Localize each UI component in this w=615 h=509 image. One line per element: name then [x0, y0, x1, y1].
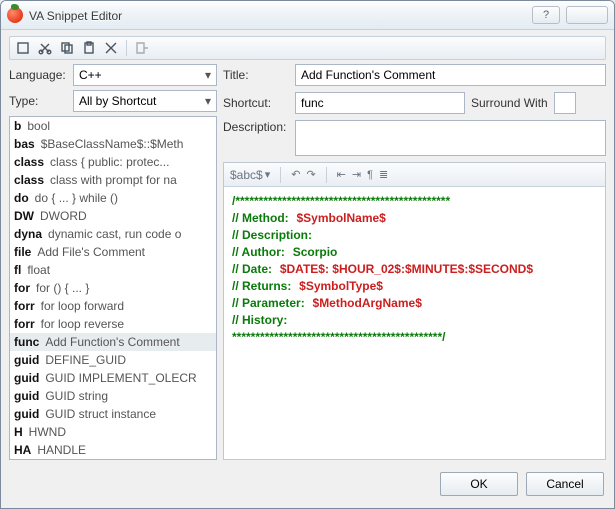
title-row: Title:	[223, 64, 606, 86]
window-title: VA Snippet Editor	[29, 8, 526, 23]
surround-with-box[interactable]	[554, 92, 576, 114]
list-item[interactable]: fileAdd File's Comment	[10, 243, 216, 261]
undo-icon[interactable]: ↶	[291, 168, 300, 181]
list-item[interactable]: guidGUID IMPLEMENT_OLECR	[10, 369, 216, 387]
code-editor[interactable]: /***************************************…	[224, 187, 605, 459]
language-select[interactable]: C++ ▾	[73, 64, 217, 86]
language-label: Language:	[9, 68, 69, 82]
dialog-window: VA Snippet Editor ? Language: C++ ▾	[0, 0, 615, 509]
content-split: Language: C++ ▾ Type: All by Shortcut ▾ …	[9, 64, 606, 460]
type-select[interactable]: All by Shortcut ▾	[73, 90, 217, 112]
type-row: Type: All by Shortcut ▾	[9, 90, 217, 112]
list-item[interactable]: guidGUID struct instance	[10, 405, 216, 423]
editor-separator	[326, 167, 327, 183]
list-item[interactable]: guidGUID string	[10, 387, 216, 405]
redo-icon[interactable]: ↷	[306, 168, 315, 181]
indent-icon[interactable]: ⇥	[352, 168, 361, 181]
shortcut-row: Shortcut: Surround With	[223, 92, 606, 114]
language-row: Language: C++ ▾	[9, 64, 217, 86]
chevron-down-icon: ▾	[205, 94, 211, 108]
type-value: All by Shortcut	[79, 94, 156, 108]
list-item[interactable]: HHWND	[10, 423, 216, 441]
insert-variable-button[interactable]: $abc$ ▾	[230, 168, 270, 182]
description-label: Description:	[223, 120, 289, 134]
button-bar: OK Cancel	[9, 464, 606, 500]
description-input[interactable]	[295, 120, 606, 156]
paste-icon[interactable]	[80, 39, 98, 57]
main-toolbar	[9, 36, 606, 60]
list-item[interactable]: forrfor loop reverse	[10, 315, 216, 333]
list-item[interactable]: bas$BaseClassName$::$Meth	[10, 135, 216, 153]
list-item[interactable]: guidDEFINE_GUID	[10, 351, 216, 369]
list-item[interactable]: dodo { ... } while ()	[10, 189, 216, 207]
shortcut-label: Shortcut:	[223, 96, 289, 110]
list-item[interactable]: classclass with prompt for na	[10, 171, 216, 189]
titlebar: VA Snippet Editor ?	[1, 1, 614, 30]
preview-icon	[133, 39, 151, 57]
editor-separator	[280, 167, 281, 183]
list-item[interactable]: dynadynamic cast, run code o	[10, 225, 216, 243]
editor-panel: $abc$ ▾ ↶ ↷ ⇤ ⇥ ¶ ≣ /*******************…	[223, 162, 606, 460]
app-icon	[7, 7, 23, 23]
language-value: C++	[79, 68, 102, 82]
left-panel: Language: C++ ▾ Type: All by Shortcut ▾ …	[9, 64, 217, 460]
cancel-button[interactable]: Cancel	[526, 472, 604, 496]
close-button[interactable]	[566, 6, 608, 24]
list-item[interactable]: flfloat	[10, 261, 216, 279]
title-input[interactable]	[295, 64, 606, 86]
ok-button[interactable]: OK	[440, 472, 518, 496]
editor-toolbar: $abc$ ▾ ↶ ↷ ⇤ ⇥ ¶ ≣	[224, 163, 605, 187]
client-area: Language: C++ ▾ Type: All by Shortcut ▾ …	[1, 30, 614, 508]
lines-icon[interactable]: ≣	[379, 168, 388, 181]
shortcut-input[interactable]	[295, 92, 465, 114]
description-row: Description:	[223, 120, 606, 156]
list-item[interactable]: funcAdd Function's Comment	[10, 333, 216, 351]
pilcrow-icon[interactable]: ¶	[367, 169, 373, 181]
type-label: Type:	[9, 94, 69, 108]
new-icon[interactable]	[14, 39, 32, 57]
cut-icon[interactable]	[36, 39, 54, 57]
copy-icon[interactable]	[58, 39, 76, 57]
chevron-down-icon: ▾	[205, 68, 211, 82]
outdent-icon[interactable]: ⇤	[337, 168, 346, 181]
right-panel: Title: Shortcut: Surround With Descripti…	[223, 64, 606, 460]
snippet-list[interactable]: bboolbas$BaseClassName$::$Methclassclass…	[9, 116, 217, 460]
surround-label: Surround With	[471, 96, 548, 110]
help-button[interactable]: ?	[532, 6, 560, 24]
toolbar-separator	[126, 40, 127, 56]
title-label: Title:	[223, 68, 289, 82]
delete-icon[interactable]	[102, 39, 120, 57]
list-item[interactable]: DWDWORD	[10, 207, 216, 225]
list-item[interactable]: HAHANDLE	[10, 441, 216, 459]
list-item[interactable]: forfor () { ... }	[10, 279, 216, 297]
list-item[interactable]: forrfor loop forward	[10, 297, 216, 315]
list-item[interactable]: classclass { public: protec...	[10, 153, 216, 171]
list-item[interactable]: bbool	[10, 117, 216, 135]
